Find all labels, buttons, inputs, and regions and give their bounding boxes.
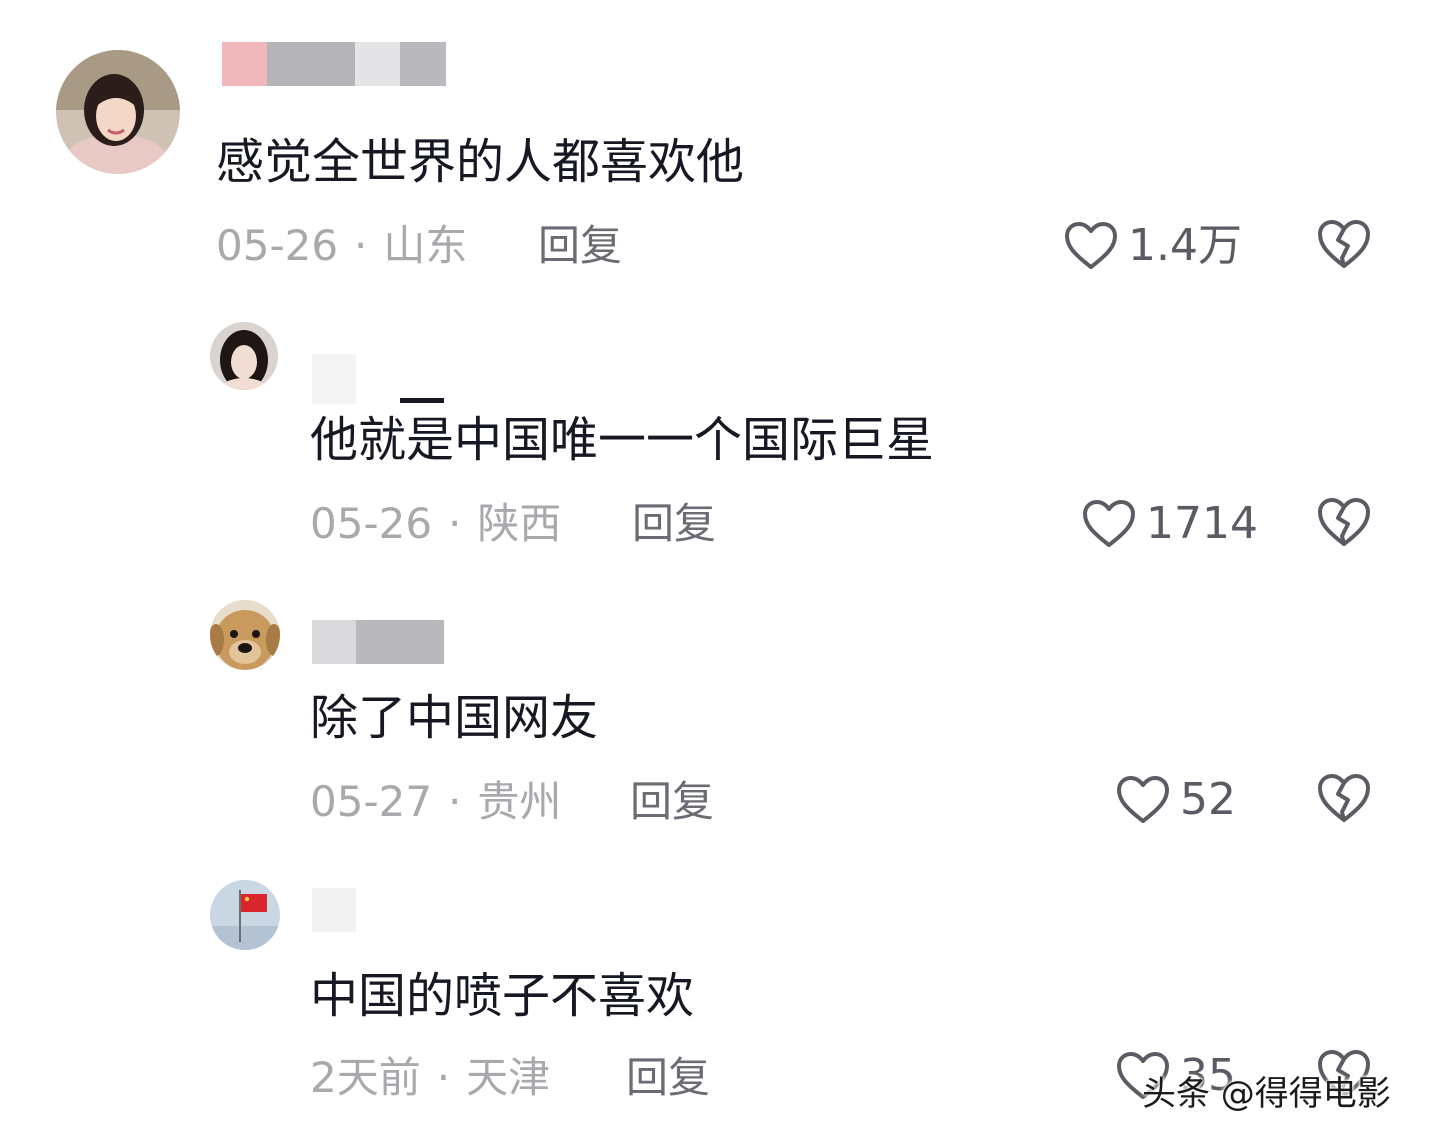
comment-3: 除了中国网友 05-27 · 贵州 回复 52 [0,570,1440,850]
like-button[interactable]: 52 [1116,772,1236,828]
comment-location: 天津 [466,1053,551,1102]
comment-location: 陕西 [477,499,562,548]
like-count: 1.4万 [1128,220,1242,271]
reply-button[interactable]: 回复 [626,1052,710,1104]
like-count: 1714 [1146,498,1258,549]
username-redacted[interactable] [312,888,356,932]
comment-location: 贵州 [477,777,562,826]
heart-icon [1083,500,1135,547]
meta-separator: · [448,499,462,548]
comment-text: 除了中国网友 [310,690,599,746]
meta-separator: · [448,777,462,826]
watermark: 头条 @得得电影 [1142,1074,1391,1114]
reply-button[interactable]: 回复 [632,498,716,550]
avatar-flag-icon[interactable] [210,880,280,950]
broken-heart-icon [1318,774,1370,822]
meta-separator: · [436,1053,451,1102]
avatar-woman-icon[interactable] [210,322,278,390]
broken-heart-icon [1318,220,1370,268]
reply-button[interactable]: 回复 [538,220,622,272]
comment-date: 05-27 [310,777,433,826]
comment-1: 感觉全世界的人都喜欢他 05-26 · 山东 回复 1.4万 [0,0,1440,290]
username-redacted[interactable] [312,620,444,664]
broken-heart-icon [1318,498,1370,546]
heart-icon [1117,776,1169,823]
comment-text: 他就是中国唯一一个国际巨星 [310,412,935,468]
comment-date: 2天前 [310,1053,421,1102]
reply-button[interactable]: 回复 [630,776,714,828]
comment-meta: 2天前 · 天津 [310,1052,550,1104]
comment-text: 感觉全世界的人都喜欢他 [216,134,745,190]
comment-meta: 05-26 · 陕西 [310,498,561,550]
comment-location: 山东 [383,221,468,270]
like-count: 52 [1180,774,1236,825]
username-redacted[interactable] [312,354,356,404]
avatar-dog-icon[interactable] [210,600,280,670]
comment-date: 05-26 [310,499,433,548]
username-mark [400,398,444,403]
comment-meta: 05-26 · 山东 [216,220,467,272]
dislike-button[interactable] [1316,496,1372,548]
like-button[interactable]: 1714 [1082,496,1258,552]
avatar-woman-icon[interactable] [56,50,180,174]
comment-date: 05-26 [216,221,339,270]
username-redacted[interactable] [222,42,446,86]
meta-separator: · [354,221,368,270]
heart-icon [1065,222,1117,269]
dislike-button[interactable] [1316,218,1372,270]
dislike-button[interactable] [1316,772,1372,824]
comment-text: 中国的喷子不喜欢 [310,968,695,1024]
comment-2: 他就是中国唯一一个国际巨星 05-26 · 陕西 回复 1714 [0,290,1440,570]
comment-meta: 05-27 · 贵州 [310,776,561,828]
like-button[interactable]: 1.4万 [1064,218,1242,274]
